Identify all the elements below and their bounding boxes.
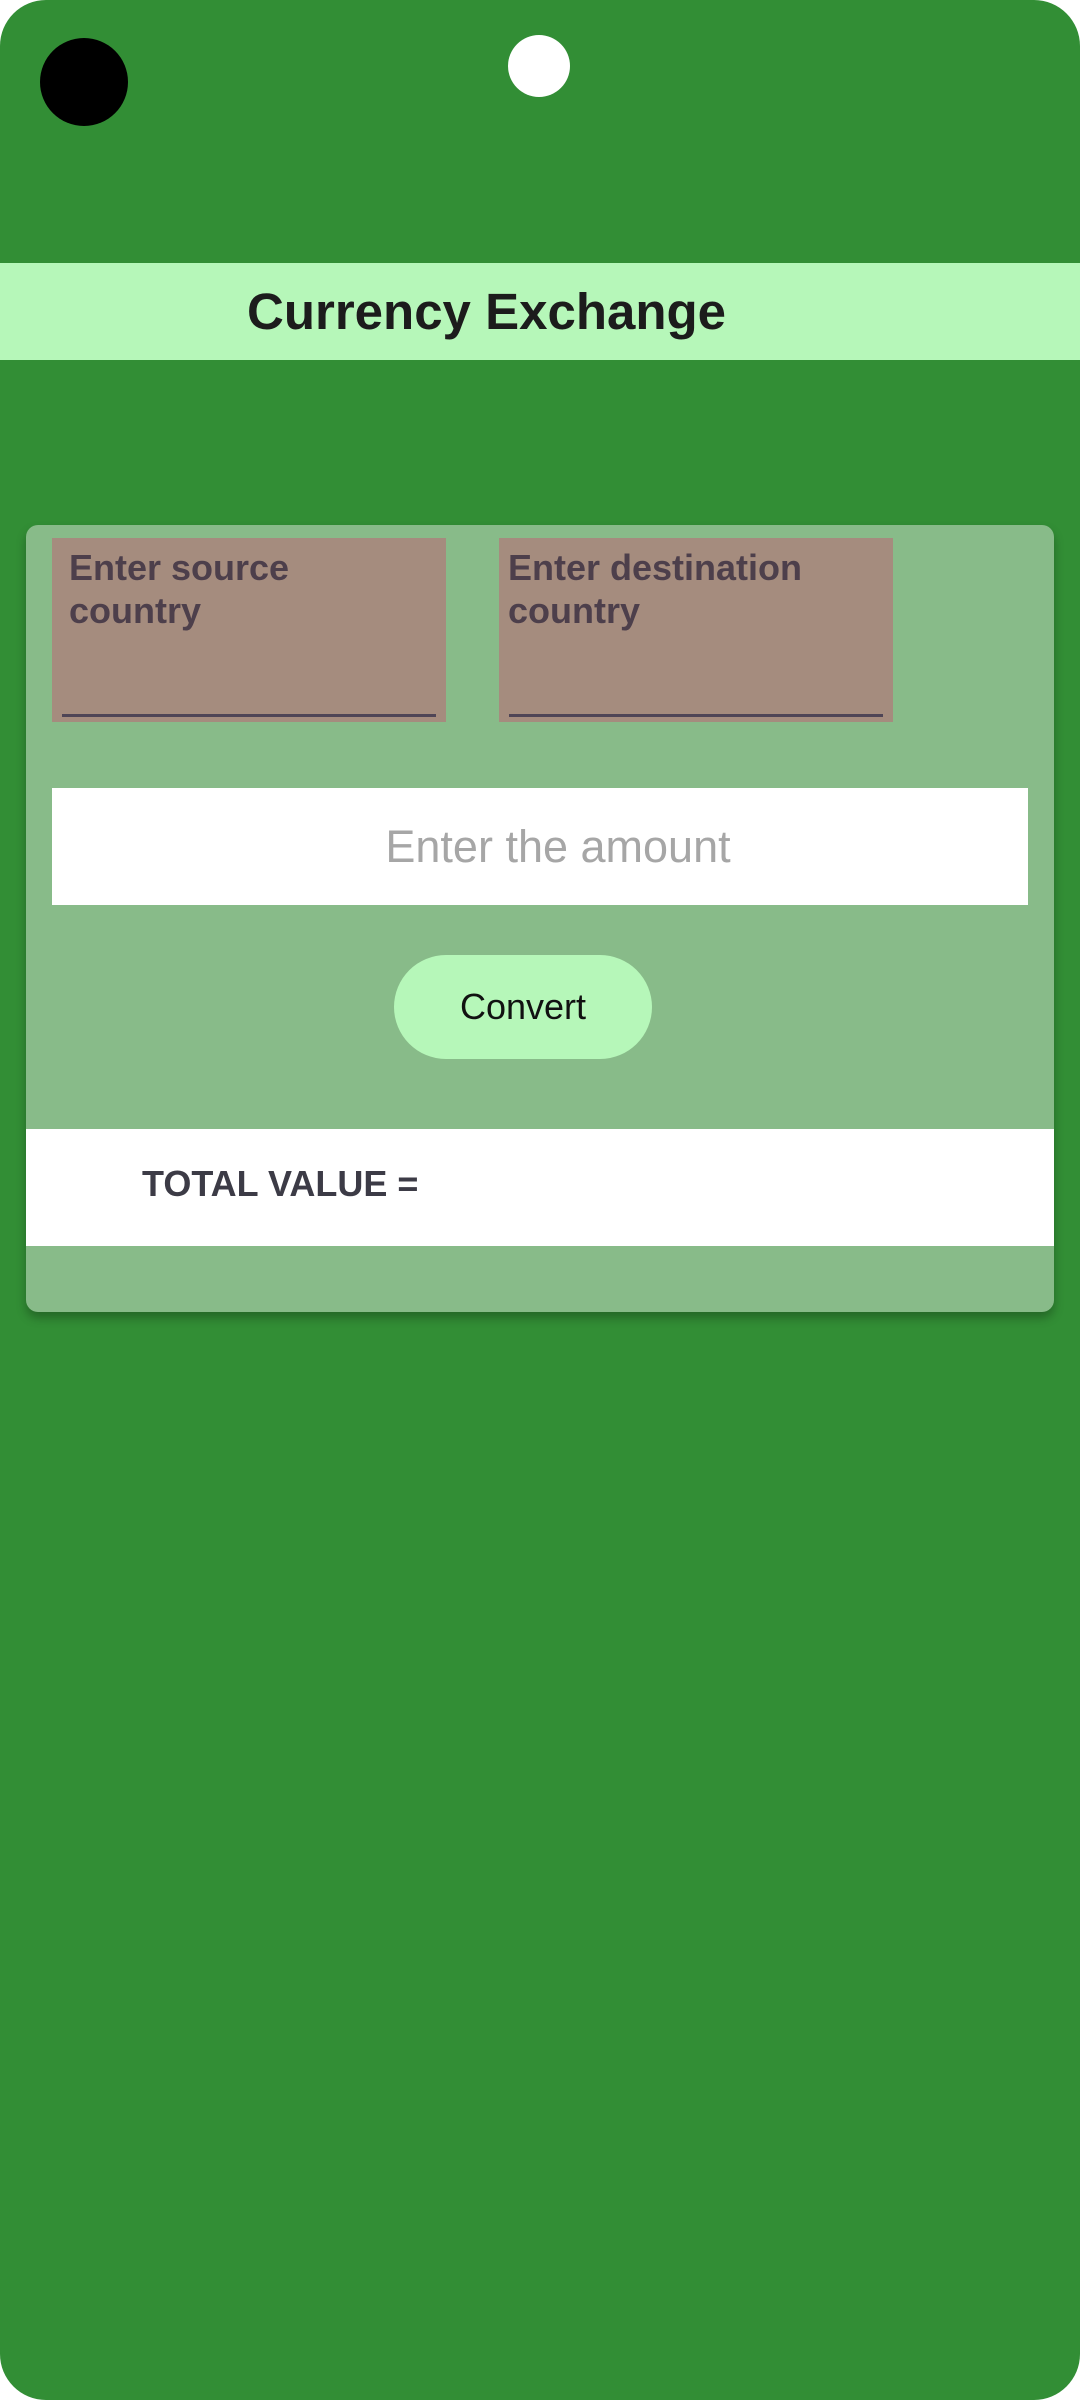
total-value-label: TOTAL VALUE =	[142, 1163, 419, 1204]
camera-dot	[40, 38, 128, 126]
converter-card: Enter source country Enter destination c…	[26, 525, 1054, 1312]
app-bar: Currency Exchange	[0, 263, 1080, 360]
source-country-underline	[62, 714, 436, 717]
camera-cutout	[508, 35, 570, 97]
app-title: Currency Exchange	[247, 283, 727, 340]
source-country-field[interactable]: Enter source country	[52, 538, 446, 722]
destination-country-field[interactable]: Enter destination country	[499, 538, 893, 722]
app-screen: Currency Exchange Enter source country E…	[0, 0, 1080, 2400]
destination-country-underline	[509, 714, 883, 717]
amount-input[interactable]	[52, 788, 1028, 905]
source-country-label: Enter source country	[69, 547, 290, 631]
convert-button[interactable]: Convert	[394, 955, 652, 1059]
destination-country-label: Enter destination country	[508, 547, 803, 631]
total-value-row: TOTAL VALUE =	[26, 1129, 1054, 1246]
